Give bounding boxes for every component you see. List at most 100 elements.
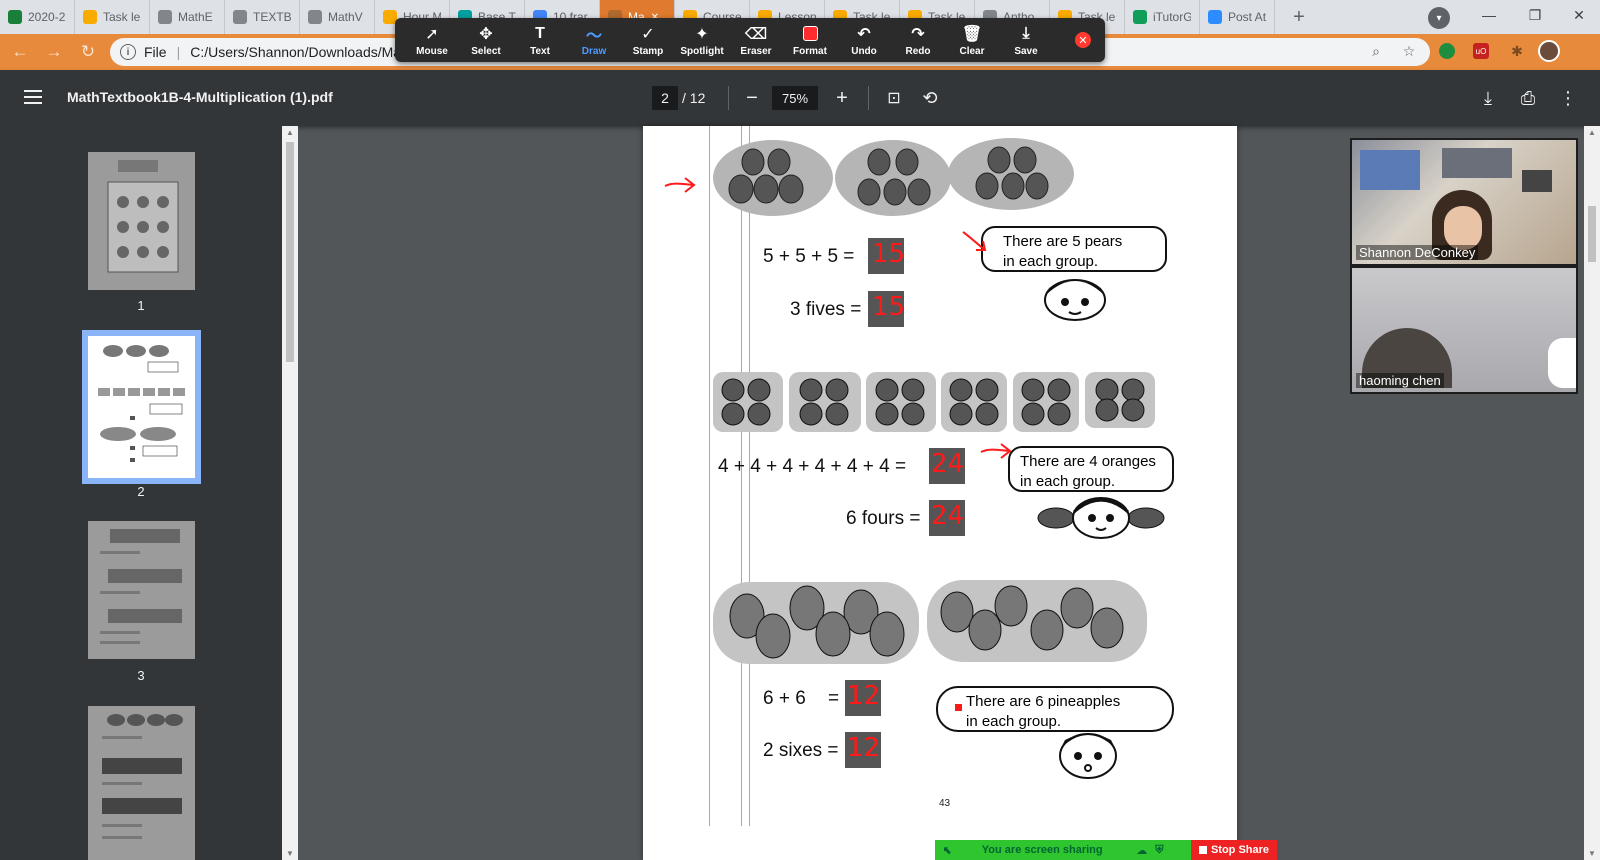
annotation-toolbar: ➚ Mouse ✥ Select T Text 〜 Draw ✓ Stamp ✦ Spotlight ⌫… xyxy=(395,18,1105,62)
extensions-puzzle-icon[interactable]: ✱ xyxy=(1506,40,1528,62)
equation-multiplication-1: 3 fives = xyxy=(790,299,862,320)
eraser-icon: ⌫ xyxy=(744,25,768,43)
globe-icon xyxy=(308,10,322,24)
restore-button[interactable]: ❐ xyxy=(1512,0,1558,30)
zoom-in-button[interactable]: + xyxy=(828,84,856,112)
close-annotation-icon[interactable]: ✕ xyxy=(1075,32,1091,48)
scroll-up-icon[interactable]: ▲ xyxy=(1588,128,1596,137)
tab-title: Post At xyxy=(1228,10,1266,24)
annotate-tool-draw[interactable]: 〜 Draw xyxy=(567,24,621,57)
new-tab-button[interactable]: + xyxy=(1285,3,1313,31)
thumbnail-page-1[interactable] xyxy=(88,152,195,290)
share-drag-icon[interactable]: ⬉ xyxy=(943,844,952,857)
site-info-icon[interactable]: i xyxy=(120,44,136,60)
pineapples-illustration xyxy=(713,580,1147,664)
thumbnail-page-4[interactable] xyxy=(88,706,195,860)
page-total: / 12 xyxy=(682,90,706,106)
annotate-tool-text[interactable]: T Text xyxy=(513,24,567,57)
browser-tab[interactable]: TEXTB xyxy=(225,0,300,34)
boy-glasses-cartoon-icon xyxy=(1059,733,1117,779)
wall-poster xyxy=(1360,150,1420,190)
stamp-icon: ✓ xyxy=(641,25,655,43)
tab-title: MathV xyxy=(328,10,363,24)
browser-tab[interactable]: 2020-2 xyxy=(0,0,75,34)
scroll-down-icon[interactable]: ▼ xyxy=(1588,849,1596,858)
zoom-magnifier-icon[interactable]: ⌕ xyxy=(1365,40,1387,62)
zoom-out-button[interactable]: − xyxy=(738,84,766,112)
browser-tab[interactable]: MathE xyxy=(150,0,225,34)
tab-search-button[interactable]: ▾ xyxy=(1428,7,1450,29)
download-icon[interactable]: ⤓ xyxy=(1474,84,1502,112)
browser-tab[interactable]: Task le xyxy=(75,0,150,34)
main-scrollbar[interactable]: ▲ ▼ xyxy=(1584,126,1600,860)
globe-icon xyxy=(233,10,247,24)
security-shield-icon: ⛨ xyxy=(1155,843,1164,856)
more-options-icon[interactable]: ⋮ xyxy=(1554,84,1582,112)
browser-tab[interactable]: MathV xyxy=(300,0,375,34)
print-icon[interactable]: ⎙ xyxy=(1514,84,1542,112)
annotate-tool-format[interactable]: Format xyxy=(783,24,837,57)
annotate-tool-select[interactable]: ✥ Select xyxy=(459,24,513,57)
wall-poster xyxy=(1442,148,1512,178)
select-move-icon: ✥ xyxy=(479,25,493,43)
scroll-down-icon[interactable]: ▼ xyxy=(286,849,294,858)
pdf-title: MathTextbook1B-4-Multiplication (1).pdf xyxy=(67,89,333,105)
fit-page-icon[interactable]: ⊡ xyxy=(880,84,908,112)
tool-label: Text xyxy=(530,45,550,57)
mouse-pointer-icon: ➚ xyxy=(425,25,439,43)
tool-label: Draw xyxy=(581,45,607,57)
tool-label: Select xyxy=(471,45,501,57)
screen-share-bar: ⬉ You are screen sharing ☁ ⛨ Stop Share xyxy=(935,840,1277,860)
zoom-level-input[interactable]: 75% xyxy=(772,86,818,110)
toolbar-divider xyxy=(868,86,869,110)
extension-icon[interactable] xyxy=(1439,43,1455,59)
equation-addition-3: 6 + 6 xyxy=(763,688,806,709)
tool-label: Stamp xyxy=(632,45,664,57)
bookmark-star-icon[interactable]: ☆ xyxy=(1398,40,1420,62)
video-tile-1[interactable]: Shannon DeConkey xyxy=(1350,138,1578,266)
annotate-tool-save[interactable]: ⤓ Save xyxy=(999,24,1053,57)
background-object xyxy=(1548,338,1576,388)
thumbnail-scroll-thumb[interactable] xyxy=(286,142,294,362)
speech-bubble-oranges: There are 4 oranges in each group. xyxy=(1008,446,1174,492)
tab-title: MathE xyxy=(178,10,213,24)
thumbnail-scrollbar[interactable]: ▲ ▼ xyxy=(282,126,298,860)
annotate-tool-clear[interactable]: 🗑 Clear xyxy=(945,24,999,57)
reload-button[interactable]: ↻ xyxy=(74,38,102,66)
annotation-tool-list: ➚ Mouse ✥ Select T Text 〜 Draw ✓ Stamp ✦ Spotlight ⌫… xyxy=(405,24,1053,57)
annotate-tool-spotlight[interactable]: ✦ Spotlight xyxy=(675,24,729,57)
stop-share-button[interactable]: Stop Share xyxy=(1191,840,1277,860)
handwritten-answer: 12 xyxy=(847,681,881,711)
zoom-icon xyxy=(1208,10,1222,24)
scroll-up-icon[interactable]: ▲ xyxy=(286,128,294,137)
browser-tab[interactable]: Post At xyxy=(1200,0,1275,34)
thumbnail-page-3[interactable] xyxy=(88,521,195,659)
annotate-tool-stamp[interactable]: ✓ Stamp xyxy=(621,24,675,57)
main-scroll-thumb[interactable] xyxy=(1588,206,1596,262)
tab-title: 2020-2 xyxy=(28,10,66,24)
ublock-extension-icon[interactable]: uO xyxy=(1473,43,1489,59)
bubble-text-line: There are 6 pineapples xyxy=(966,693,1121,710)
spotlight-icon: ✦ xyxy=(695,25,709,43)
forward-button[interactable]: → xyxy=(40,38,68,66)
handwritten-answer: 12 xyxy=(847,733,881,763)
minimize-button[interactable]: — xyxy=(1466,0,1512,30)
equation-addition-2: 4 + 4 + 4 + 4 + 4 + 4 = xyxy=(718,456,907,477)
browser-tab[interactable]: iTutorG xyxy=(1125,0,1200,34)
tab-title: TEXTB xyxy=(253,10,291,24)
menu-icon[interactable] xyxy=(24,90,42,104)
wall-poster xyxy=(1522,170,1552,192)
annotate-tool-eraser[interactable]: ⌫ Eraser xyxy=(729,24,783,57)
back-button[interactable]: ← xyxy=(6,38,34,66)
annotate-tool-redo[interactable]: ↷ Redo xyxy=(891,24,945,57)
annotate-tool-mouse[interactable]: ➚ Mouse xyxy=(405,24,459,57)
page-margin-line xyxy=(709,126,710,826)
close-window-button[interactable]: ✕ xyxy=(1556,0,1600,30)
page-number-input[interactable]: 2 xyxy=(652,86,678,110)
rotate-icon[interactable]: ⟲ xyxy=(916,84,944,112)
profile-avatar[interactable] xyxy=(1538,40,1560,62)
annotate-tool-undo[interactable]: ↶ Undo xyxy=(837,24,891,57)
video-tile-2[interactable]: haoming chen xyxy=(1350,266,1578,394)
share-status[interactable]: ⬉ You are screen sharing ☁ ⛨ xyxy=(935,840,1191,860)
thumbnail-page-2[interactable] xyxy=(82,330,201,484)
